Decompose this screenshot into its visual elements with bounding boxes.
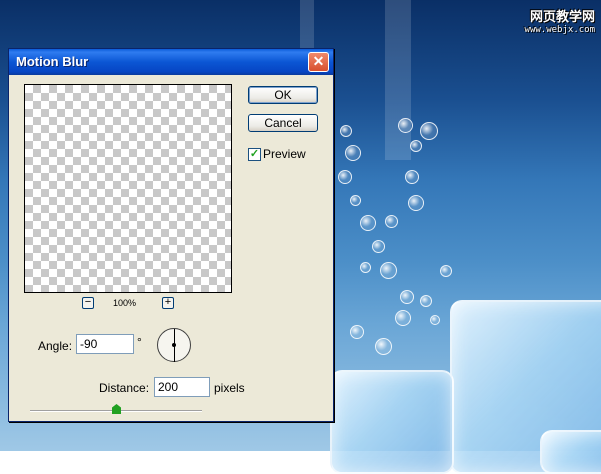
bubble bbox=[430, 315, 440, 325]
bubble bbox=[408, 195, 424, 211]
dialog-title: Motion Blur bbox=[16, 54, 89, 69]
dialog-titlebar[interactable]: Motion Blur ✕ bbox=[9, 49, 333, 75]
bubble bbox=[385, 215, 398, 228]
cancel-button[interactable]: Cancel bbox=[248, 114, 318, 132]
distance-input[interactable] bbox=[154, 377, 210, 397]
ice-cube bbox=[330, 370, 454, 474]
bubble bbox=[420, 122, 438, 140]
bubble bbox=[405, 170, 419, 184]
ice-cube bbox=[540, 430, 601, 474]
bubble bbox=[360, 215, 376, 231]
watermark-title: 网页教学网 bbox=[529, 9, 595, 24]
distance-unit: pixels bbox=[214, 381, 245, 395]
close-button[interactable]: ✕ bbox=[308, 52, 329, 72]
angle-label: Angle: bbox=[38, 339, 73, 353]
angle-unit: ° bbox=[137, 335, 142, 349]
bubble bbox=[360, 262, 371, 273]
angle-dial-center bbox=[172, 343, 176, 347]
bubble bbox=[345, 145, 361, 161]
distance-slider-thumb[interactable] bbox=[112, 404, 121, 414]
preview-canvas[interactable] bbox=[24, 84, 232, 293]
bubble bbox=[380, 262, 397, 279]
motion-blur-dialog: Motion Blur ✕ − 100% + OK Cancel ✓ Previ… bbox=[8, 48, 334, 422]
distance-label: Distance: bbox=[99, 381, 150, 395]
bubble bbox=[350, 325, 364, 339]
ok-button[interactable]: OK bbox=[248, 86, 318, 104]
bubble bbox=[372, 240, 385, 253]
watermark: 网页教学网 www.webjx.com bbox=[525, 6, 595, 35]
angle-input[interactable] bbox=[76, 334, 134, 354]
bubble bbox=[420, 295, 432, 307]
bubble bbox=[395, 310, 411, 326]
zoom-in-button[interactable]: + bbox=[162, 297, 174, 309]
watermark-url: www.webjx.com bbox=[524, 25, 595, 35]
bubble bbox=[400, 290, 414, 304]
bubble bbox=[340, 125, 352, 137]
bubble bbox=[350, 195, 361, 206]
angle-dial[interactable] bbox=[157, 328, 191, 362]
bubble bbox=[440, 265, 452, 277]
preview-checkbox[interactable]: ✓ bbox=[248, 148, 261, 161]
zoom-out-button[interactable]: − bbox=[82, 297, 94, 309]
light-ray bbox=[385, 0, 411, 160]
bubble bbox=[410, 140, 422, 152]
preview-label: Preview bbox=[263, 147, 306, 161]
bubble bbox=[398, 118, 413, 133]
zoom-level: 100% bbox=[113, 298, 137, 308]
bubble bbox=[338, 170, 352, 184]
bubble bbox=[375, 338, 392, 355]
